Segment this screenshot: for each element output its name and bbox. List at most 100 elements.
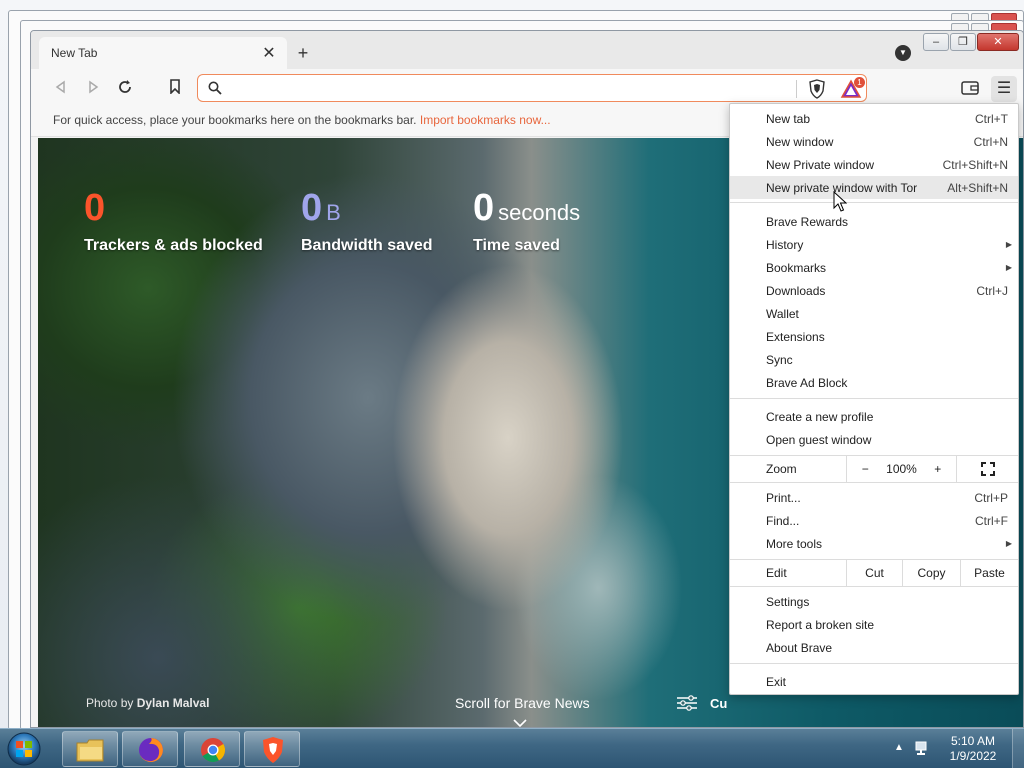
customize-button[interactable]: Cu [676, 694, 727, 712]
menu-zoom-row: Zoom − 100% + [730, 456, 1018, 482]
menu-item-new-private-window[interactable]: New Private window Ctrl+Shift+N [730, 153, 1018, 176]
menu-item-extensions[interactable]: Extensions [730, 325, 1018, 348]
zoom-out-button[interactable]: − [862, 462, 869, 476]
wallet-icon[interactable] [961, 80, 979, 96]
chevron-down-icon[interactable] [513, 718, 527, 728]
chrome-icon [201, 738, 226, 763]
tab-search-icon[interactable]: ▼ [895, 45, 911, 61]
menu-item-wallet[interactable]: Wallet [730, 302, 1018, 325]
system-clock[interactable]: 5:10 AM 1/9/2022 [940, 734, 1006, 764]
paste-button[interactable]: Paste [960, 560, 1018, 586]
menu-item-history[interactable]: History ▶ [730, 233, 1018, 256]
mouse-cursor-icon [833, 191, 847, 212]
tab-close-icon[interactable]: ✕ [261, 43, 277, 63]
folder-icon [76, 739, 104, 762]
tab-title: New Tab [51, 46, 98, 60]
fullscreen-icon [980, 462, 995, 476]
bookmark-icon[interactable] [165, 79, 185, 99]
menu-item-settings[interactable]: Settings [730, 590, 1018, 613]
menu-edit-row: Edit Cut Copy Paste [730, 560, 1018, 586]
cut-button[interactable]: Cut [846, 560, 902, 586]
back-icon[interactable] [51, 79, 71, 99]
menu-item-about-brave[interactable]: About Brave [730, 636, 1018, 659]
network-icon[interactable] [914, 739, 932, 757]
menu-separator [730, 398, 1018, 399]
menu-item-sync[interactable]: Sync [730, 348, 1018, 371]
menu-item-find[interactable]: Find... Ctrl+F [730, 509, 1018, 532]
stat-value: 0B [301, 187, 341, 229]
omnibox-divider [796, 80, 797, 98]
bookmarks-bar-message: For quick access, place your bookmarks h… [53, 113, 417, 127]
zoom-label: Zoom [766, 462, 797, 476]
import-bookmarks-link[interactable]: Import bookmarks now... [420, 113, 551, 127]
menu-item-new-private-window-tor[interactable]: New private window with Tor Alt+Shift+N [730, 176, 1018, 199]
new-tab-button[interactable]: + [293, 43, 313, 64]
sliders-icon [677, 695, 697, 711]
window-controls: – ❐ ✕ [923, 33, 1019, 51]
edit-label: Edit [766, 566, 787, 580]
menu-item-downloads[interactable]: Downloads Ctrl+J [730, 279, 1018, 302]
rewards-badge: 1 [854, 77, 865, 88]
clock-date: 1/9/2022 [949, 749, 997, 763]
address-bar[interactable]: 1 [197, 74, 867, 102]
tab-strip: New Tab ✕ + ▼ – ❐ ✕ [31, 31, 1023, 69]
menu-item-new-window[interactable]: New window Ctrl+N [730, 130, 1018, 153]
menu-item-new-tab[interactable]: New tab Ctrl+T [730, 107, 1018, 130]
stat-bandwidth-saved: 0B Bandwidth saved [301, 188, 433, 255]
close-window-button[interactable]: ✕ [977, 33, 1019, 51]
menu-item-brave-rewards[interactable]: Brave Rewards [730, 210, 1018, 233]
menu-item-bookmarks[interactable]: Bookmarks ▶ [730, 256, 1018, 279]
menu-item-create-profile[interactable]: Create a new profile [730, 405, 1018, 428]
stat-label: Bandwidth saved [301, 237, 433, 254]
brave-icon [263, 737, 283, 763]
menu-separator [730, 663, 1018, 664]
stat-value: 0 [84, 187, 106, 229]
menu-item-print[interactable]: Print... Ctrl+P [730, 486, 1018, 509]
menu-item-guest-window[interactable]: Open guest window [730, 428, 1018, 451]
stat-value: 0 seconds [473, 187, 581, 229]
hamburger-icon: ☰ [996, 80, 1012, 97]
menu-separator [730, 202, 1018, 203]
photo-credit[interactable]: Photo by Dylan Malval [86, 696, 209, 710]
submenu-arrow-icon: ▶ [1005, 240, 1012, 249]
clock-time: 5:10 AM [950, 734, 996, 748]
menu-separator [730, 482, 1018, 483]
customize-label: Cu [710, 695, 728, 711]
menu-separator [730, 586, 1018, 587]
menu-item-brave-ad-block[interactable]: Brave Ad Block [730, 371, 1018, 394]
reload-icon[interactable] [115, 79, 135, 99]
brave-news-prompt[interactable]: Scroll for Brave News [455, 695, 590, 711]
stat-time-saved: 0 seconds Time saved [473, 188, 580, 255]
show-desktop-button[interactable] [1012, 729, 1024, 768]
zoom-controls: − 100% + [846, 456, 956, 482]
taskbar-chrome[interactable] [184, 731, 240, 767]
address-input[interactable] [230, 79, 790, 97]
stat-label: Trackers & ads blocked [84, 237, 263, 254]
stat-trackers-blocked: 0 Trackers & ads blocked [84, 188, 263, 255]
minimize-button[interactable]: – [923, 33, 949, 51]
forward-icon[interactable] [83, 79, 103, 99]
submenu-arrow-icon: ▶ [1005, 539, 1012, 548]
taskbar-brave[interactable] [244, 731, 300, 767]
tab-new-tab[interactable]: New Tab ✕ [39, 37, 287, 69]
zoom-level: 100% [886, 462, 917, 476]
tray-overflow-icon[interactable]: ▲ [894, 742, 904, 753]
firefox-icon [139, 738, 163, 762]
zoom-in-button[interactable]: + [934, 462, 941, 476]
main-menu-button[interactable]: ☰ [991, 76, 1017, 102]
menu-item-more-tools[interactable]: More tools ▶ [730, 532, 1018, 555]
search-icon [208, 81, 222, 95]
taskbar-firefox[interactable] [122, 731, 178, 767]
taskbar: ▲ 5:10 AM 1/9/2022 [0, 728, 1024, 768]
taskbar-windows-explorer[interactable] [62, 731, 118, 767]
copy-button[interactable]: Copy [902, 560, 960, 586]
app-menu: New tab Ctrl+T New window Ctrl+N New Priva… [729, 103, 1019, 695]
brave-shields-icon[interactable] [808, 79, 826, 99]
start-button[interactable] [4, 730, 44, 768]
maximize-button[interactable]: ❐ [950, 33, 976, 51]
submenu-arrow-icon: ▶ [1005, 263, 1012, 272]
fullscreen-button[interactable] [956, 456, 1018, 482]
menu-item-report-broken-site[interactable]: Report a broken site [730, 613, 1018, 636]
stat-label: Time saved [473, 237, 560, 254]
menu-item-exit[interactable]: Exit [730, 670, 1018, 693]
